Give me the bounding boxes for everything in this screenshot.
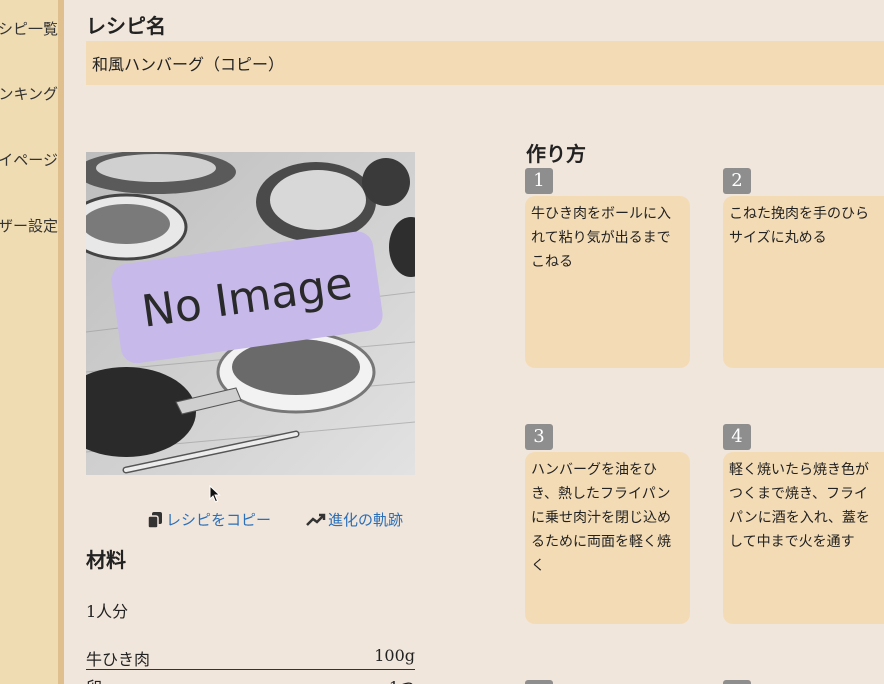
copy-recipe-link[interactable]: レシピをコピー bbox=[147, 509, 271, 530]
copy-recipe-label: レシピをコピー bbox=[166, 511, 272, 529]
copy-icon bbox=[147, 511, 162, 529]
step-card-3[interactable]: ハンバーグを油をひき、熱したフライパンに乗せ肉汁を閉じ込めるために両面を軽く焼く bbox=[525, 452, 690, 624]
step-number-badge: 5 bbox=[525, 680, 553, 684]
recipe-name-label: レシピ名 bbox=[86, 14, 166, 38]
sidebar-item-recipe-list[interactable]: レシピ一覧 bbox=[0, 18, 58, 39]
step-card-2[interactable]: こねた挽肉を手のひらサイズに丸める bbox=[723, 196, 884, 368]
step-number-badge: 3 bbox=[525, 424, 553, 450]
ingredient-quantity: 100g bbox=[374, 646, 415, 665]
recipe-photo: No Image bbox=[86, 152, 415, 475]
trending-up-icon bbox=[306, 513, 326, 526]
step-card-1[interactable]: 牛ひき肉をボールに入れて粘り気が出るまでこねる bbox=[525, 196, 690, 368]
step-number-badge: 1 bbox=[525, 168, 553, 194]
ingredient-name: 牛ひき肉 bbox=[86, 650, 151, 669]
step-card-4[interactable]: 軽く焼いたら焼き色がつくまで焼き、フライパンに酒を入れ、蓋をして中まで火を通す bbox=[723, 452, 884, 624]
sidebar-item-my-page[interactable]: マイページ bbox=[0, 149, 58, 170]
step-number-badge: 4 bbox=[723, 424, 751, 450]
ingredient-row: 卵 1つ bbox=[86, 674, 415, 684]
mouse-cursor-icon bbox=[209, 485, 221, 503]
servings-text: 1人分 bbox=[86, 602, 129, 621]
sidebar-border bbox=[58, 0, 64, 684]
sidebar-item-user-settings[interactable]: ユーザー設定 bbox=[0, 215, 58, 236]
ingredients-title: 材料 bbox=[86, 548, 126, 572]
recipe-name-field[interactable]: 和風ハンバーグ（コピー） bbox=[86, 41, 884, 85]
evolution-history-label: 進化の軌跡 bbox=[328, 511, 404, 529]
step-number-badge: 2 bbox=[723, 168, 751, 194]
sidebar-item-ranking[interactable]: ランキング bbox=[0, 83, 58, 104]
ingredient-row: 牛ひき肉 100g bbox=[86, 646, 415, 670]
steps-title: 作り方 bbox=[526, 142, 586, 166]
ingredient-name: 卵 bbox=[86, 674, 102, 684]
evolution-history-link[interactable]: 進化の軌跡 bbox=[306, 509, 403, 530]
ingredient-quantity: 1つ bbox=[389, 674, 415, 684]
step-number-badge: 6 bbox=[723, 680, 751, 684]
